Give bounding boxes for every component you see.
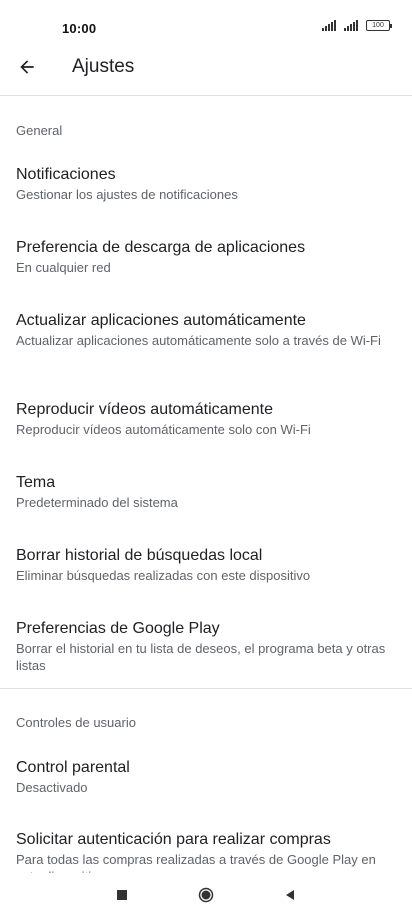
setting-title: Reproducir vídeos automáticamente <box>16 401 274 418</box>
battery-level: 100 <box>372 22 384 29</box>
system-nav-bar <box>0 873 412 915</box>
setting-actualizar[interactable]: Actualizar aplicaciones automáticamente … <box>0 311 412 349</box>
setting-borrar-historial[interactable]: Borrar historial de búsquedas local Elim… <box>0 546 412 584</box>
section-header-general: General <box>16 123 63 138</box>
page-title: Ajustes <box>72 56 135 77</box>
circle-icon <box>198 887 214 903</box>
signal-icon <box>344 20 358 31</box>
section-divider <box>0 688 412 689</box>
signal-icon <box>322 20 336 31</box>
setting-title: Borrar historial de búsquedas local <box>16 547 263 564</box>
setting-subtitle: En cualquier red <box>16 260 111 275</box>
setting-subtitle: Para todas las compras realizadas a trav… <box>16 852 376 873</box>
setting-subtitle: Gestionar los ajustes de notificaciones <box>16 187 238 202</box>
setting-subtitle: Borrar el historial en tu lista de deseo… <box>16 641 386 673</box>
setting-title: Preferencias de Google Play <box>16 620 220 637</box>
status-icons: 100 <box>322 20 392 31</box>
nav-back-button[interactable] <box>280 885 300 905</box>
square-icon <box>117 890 127 900</box>
setting-reproducir-videos[interactable]: Reproducir vídeos automáticamente Reprod… <box>0 400 412 438</box>
section-header-user-controls: Controles de usuario <box>16 715 136 730</box>
setting-title: Control parental <box>16 759 130 776</box>
status-bar: 10:00 100 <box>0 0 412 36</box>
setting-subtitle: Desactivado <box>16 780 88 795</box>
setting-subtitle: Actualizar aplicaciones automáticamente … <box>16 333 381 348</box>
setting-subtitle: Reproducir vídeos automáticamente solo c… <box>16 422 311 437</box>
setting-title: Tema <box>16 474 56 491</box>
setting-title: Solicitar autenticación para realizar co… <box>16 831 331 848</box>
home-button[interactable] <box>196 885 216 905</box>
setting-title: Preferencia de descarga de aplicaciones <box>16 239 306 256</box>
setting-subtitle: Predeterminado del sistema <box>16 495 178 510</box>
battery-icon: 100 <box>366 20 392 31</box>
app-bar: Ajustes <box>0 34 412 96</box>
setting-descarga[interactable]: Preferencia de descarga de aplicaciones … <box>0 238 412 276</box>
setting-title: Actualizar aplicaciones automáticamente <box>16 312 306 329</box>
back-button[interactable] <box>12 52 42 82</box>
recents-button[interactable] <box>112 885 132 905</box>
setting-tema[interactable]: Tema Predeterminado del sistema <box>0 473 412 511</box>
setting-control-parental[interactable]: Control parental Desactivado <box>0 758 412 796</box>
arrow-back-icon <box>20 60 34 74</box>
setting-preferencias-play[interactable]: Preferencias de Google Play Borrar el hi… <box>0 619 412 674</box>
setting-title: Notificaciones <box>16 166 116 183</box>
setting-subtitle: Eliminar búsquedas realizadas con este d… <box>16 568 311 583</box>
setting-notificaciones[interactable]: Notificaciones Gestionar los ajustes de … <box>0 165 412 203</box>
settings-list[interactable]: General Notificaciones Gestionar los aju… <box>0 97 412 873</box>
triangle-back-icon <box>286 890 294 900</box>
setting-autenticacion-compras[interactable]: Solicitar autenticación para realizar co… <box>0 830 412 873</box>
